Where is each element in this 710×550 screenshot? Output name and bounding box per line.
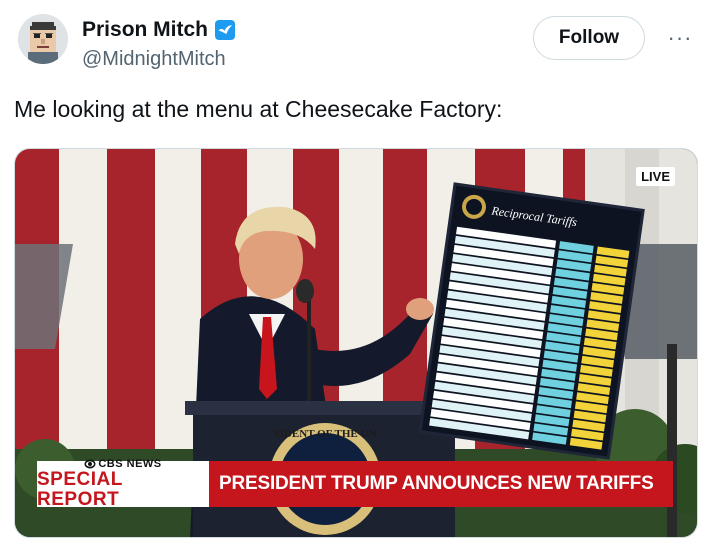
tweet-text: Me looking at the menu at Cheesecake Fac… [14, 96, 503, 122]
chyron-headline: PRESIDENT TRUMP ANNOUNCES NEW TARIFFS [219, 473, 654, 494]
pixel-portrait-avatar-icon [18, 14, 68, 64]
chyron-headline-bar: PRESIDENT TRUMP ANNOUNCES NEW TARIFFS [209, 461, 673, 507]
avatar[interactable] [18, 14, 68, 64]
follow-button[interactable]: Follow [533, 16, 645, 60]
live-badge: LIVE [636, 167, 675, 186]
verified-badge-icon [215, 20, 236, 40]
cbs-eye-icon [84, 459, 96, 469]
tweet-header: Prison Mitch @MidnightMitch Follow ··· [0, 0, 710, 90]
seal-text: SIDENT OF THE UN [274, 428, 377, 440]
segment-title: SPECIAL REPORT [37, 469, 123, 510]
author-handle[interactable]: @MidnightMitch [82, 48, 226, 71]
tweet-media-image[interactable]: SIDENT OF THE UN Reciprocal Tariffs LIVE… [14, 148, 698, 538]
news-chyron: CBS NEWS SPECIAL REPORT PRESIDENT TRUMP … [37, 458, 673, 510]
more-options-icon[interactable]: ··· [664, 24, 696, 52]
tariff-board: Reciprocal Tariffs [418, 182, 645, 460]
author-display-name[interactable]: Prison Mitch [82, 18, 208, 42]
author-name-row: Prison Mitch [82, 18, 236, 42]
chyron-branding: CBS NEWS SPECIAL REPORT [37, 458, 209, 510]
